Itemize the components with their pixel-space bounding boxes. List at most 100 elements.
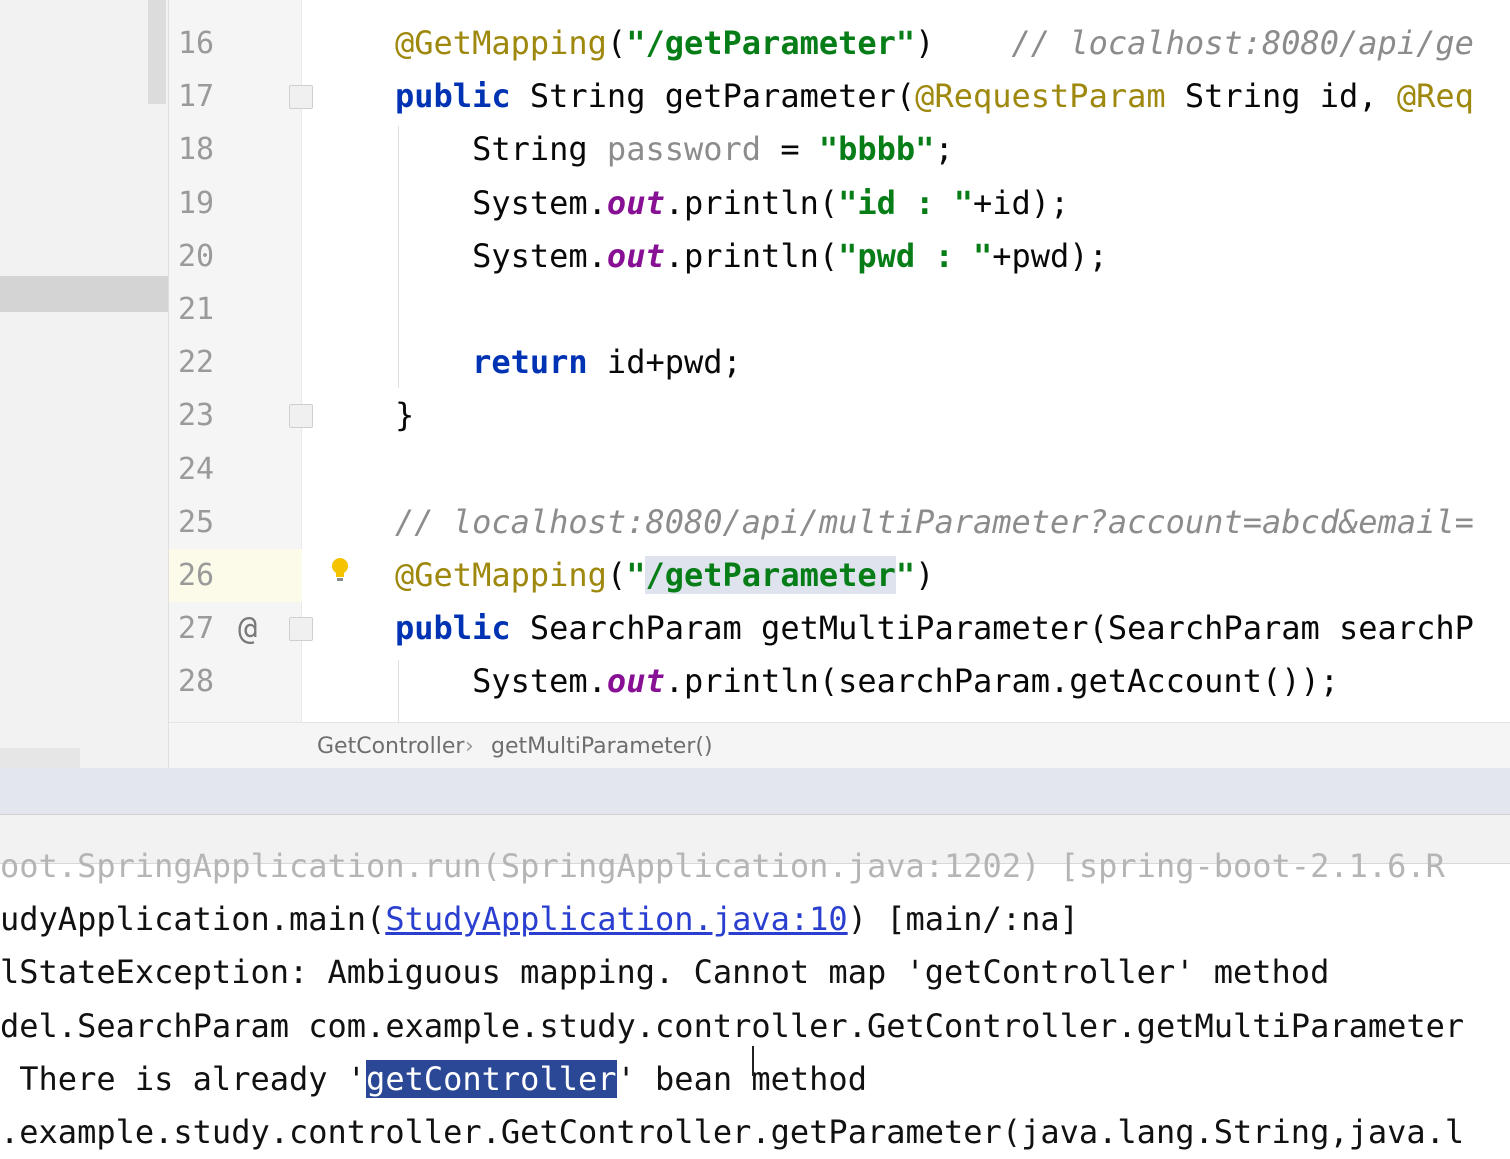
console-token: .example.study.controller.GetController.… — [0, 1113, 1465, 1151]
line-number: 27 — [178, 611, 215, 646]
code-token: return — [472, 343, 588, 381]
fold-marker-icon[interactable] — [289, 617, 313, 641]
code-line[interactable]: // localhost:8080/api/multiParameter?acc… — [395, 496, 1474, 549]
code-token: .println(searchParam.getAccount()); — [664, 662, 1340, 700]
indent-guide — [398, 126, 399, 388]
line-number: 19 — [178, 186, 215, 221]
breadcrumb-class[interactable]: GetController — [317, 734, 464, 759]
console-line[interactable]: .example.study.controller.GetController.… — [0, 1106, 1464, 1159]
code-token: } — [395, 396, 415, 434]
code-token: @Req — [1396, 77, 1474, 115]
code-token: System. — [395, 184, 607, 222]
line-number: 26 — [178, 558, 215, 593]
project-panel-footer — [0, 748, 80, 768]
line-number: 16 — [178, 26, 215, 61]
code-token: System. — [395, 662, 607, 700]
code-token: public — [395, 609, 530, 647]
code-token: ) — [915, 556, 935, 594]
code-line[interactable]: @GetMapping("/getParameter") // localhos… — [395, 17, 1474, 70]
code-line[interactable]: String password = "bbbb"; — [395, 123, 954, 176]
code-token: out — [606, 662, 665, 700]
code-token: // localhost:8080/api/multiParameter?acc… — [395, 503, 1474, 541]
project-panel-strip — [0, 0, 169, 768]
project-panel-scrollbar[interactable] — [148, 0, 166, 104]
code-token: password — [606, 130, 762, 168]
code-token: @GetMapping — [395, 556, 607, 594]
code-line[interactable]: return id+pwd; — [395, 336, 742, 389]
console-token: ) [main/:na] — [847, 900, 1079, 938]
line-number: 21 — [178, 292, 215, 327]
fold-marker-icon[interactable] — [289, 404, 313, 428]
breadcrumb: GetController › getMultiParameter() — [169, 722, 1510, 769]
code-token: +id); — [972, 184, 1070, 222]
code-token: "pwd : " — [838, 237, 993, 275]
code-line[interactable]: public String getParameter(@RequestParam… — [395, 70, 1474, 123]
line-number: 28 — [178, 664, 215, 699]
breadcrumb-separator: › — [465, 734, 474, 759]
code-token: String getParameter( — [529, 77, 916, 115]
code-token: SearchParam getMultiParameter(SearchPara… — [529, 609, 1474, 647]
console-token: oot.SpringApplication.run( — [0, 847, 501, 885]
code-token: out — [606, 184, 665, 222]
code-token: ) — [915, 24, 1012, 62]
code-token: ( — [606, 556, 627, 594]
indent-guide — [398, 660, 399, 722]
mapping-at-icon[interactable]: @ — [238, 606, 257, 650]
console-token: ) [spring-boot-2.1.6.R — [1021, 847, 1445, 885]
breadcrumb-method[interactable]: getMultiParameter() — [491, 734, 713, 759]
code-token: .println( — [664, 237, 839, 275]
line-number: 25 — [178, 505, 215, 540]
fold-marker-icon[interactable] — [289, 85, 313, 109]
code-line[interactable]: public SearchParam getMultiParameter(Sea… — [395, 602, 1474, 655]
console-token: del.SearchParam com.example.study.contro… — [0, 1007, 1465, 1045]
code-token: out — [606, 237, 665, 275]
code-token: = — [761, 130, 819, 168]
code-line[interactable]: System.out.println("pwd : "+pwd); — [395, 230, 1108, 283]
code-token: "id : " — [838, 184, 973, 222]
code-token: id+pwd; — [587, 343, 742, 381]
console-line[interactable]: There is already 'getController' bean me… — [0, 1053, 867, 1106]
line-number: 22 — [178, 345, 215, 380]
console-token: getController — [366, 1060, 617, 1098]
text-cursor-ibeam — [752, 1046, 754, 1076]
project-tree-selected-row[interactable] — [0, 276, 168, 312]
console-source-link[interactable]: StudyApplication.java:10 — [385, 900, 847, 938]
console-token: There is already ' — [0, 1060, 367, 1098]
code-token: @GetMapping — [395, 24, 607, 62]
line-number: 18 — [178, 132, 215, 167]
code-token: String — [395, 130, 607, 168]
code-token: String id, — [1165, 77, 1397, 115]
code-token: System. — [395, 237, 607, 275]
console-token: ' bean method — [616, 1060, 867, 1098]
code-token: " — [895, 556, 916, 594]
console-line[interactable]: lStateException: Ambiguous mapping. Cann… — [0, 946, 1329, 999]
code-token: /getParameter — [645, 556, 896, 594]
line-number: 20 — [178, 239, 215, 274]
console-line[interactable]: oot.SpringApplication.run(SpringApplicat… — [0, 840, 1445, 893]
code-token: ; — [934, 130, 954, 168]
code-token: ( — [606, 24, 627, 62]
console-line[interactable]: del.SearchParam com.example.study.contro… — [0, 1000, 1464, 1053]
console-line[interactable]: udyApplication.main(StudyApplication.jav… — [0, 893, 1079, 946]
code-token: "/getParameter" — [626, 24, 916, 62]
line-number: 23 — [178, 398, 215, 433]
line-number: 24 — [178, 452, 215, 487]
console-token: lStateException: Ambiguous mapping. Cann… — [0, 953, 1330, 991]
console-token: SpringApplication.java:1202 — [500, 847, 1022, 885]
code-line[interactable]: System.out.println(searchParam.getAccoun… — [395, 655, 1339, 708]
code-line[interactable]: } — [395, 389, 414, 442]
code-token: " — [626, 556, 646, 594]
lightbulb-icon[interactable] — [330, 556, 350, 584]
code-token: .println( — [664, 184, 839, 222]
code-token: // localhost:8080/api/ge — [1011, 24, 1474, 62]
run-panel-header — [0, 768, 1510, 815]
code-token: "bbbb" — [818, 130, 935, 168]
code-token: @RequestParam — [915, 77, 1166, 115]
code-token: public — [395, 77, 530, 115]
line-number: 17 — [178, 79, 215, 114]
code-line[interactable]: @GetMapping("/getParameter") — [395, 549, 934, 602]
console-token: udyApplication.main( — [0, 900, 386, 938]
lightbulb-svg — [332, 558, 348, 581]
code-line[interactable]: System.out.println("id : "+id); — [395, 177, 1069, 230]
